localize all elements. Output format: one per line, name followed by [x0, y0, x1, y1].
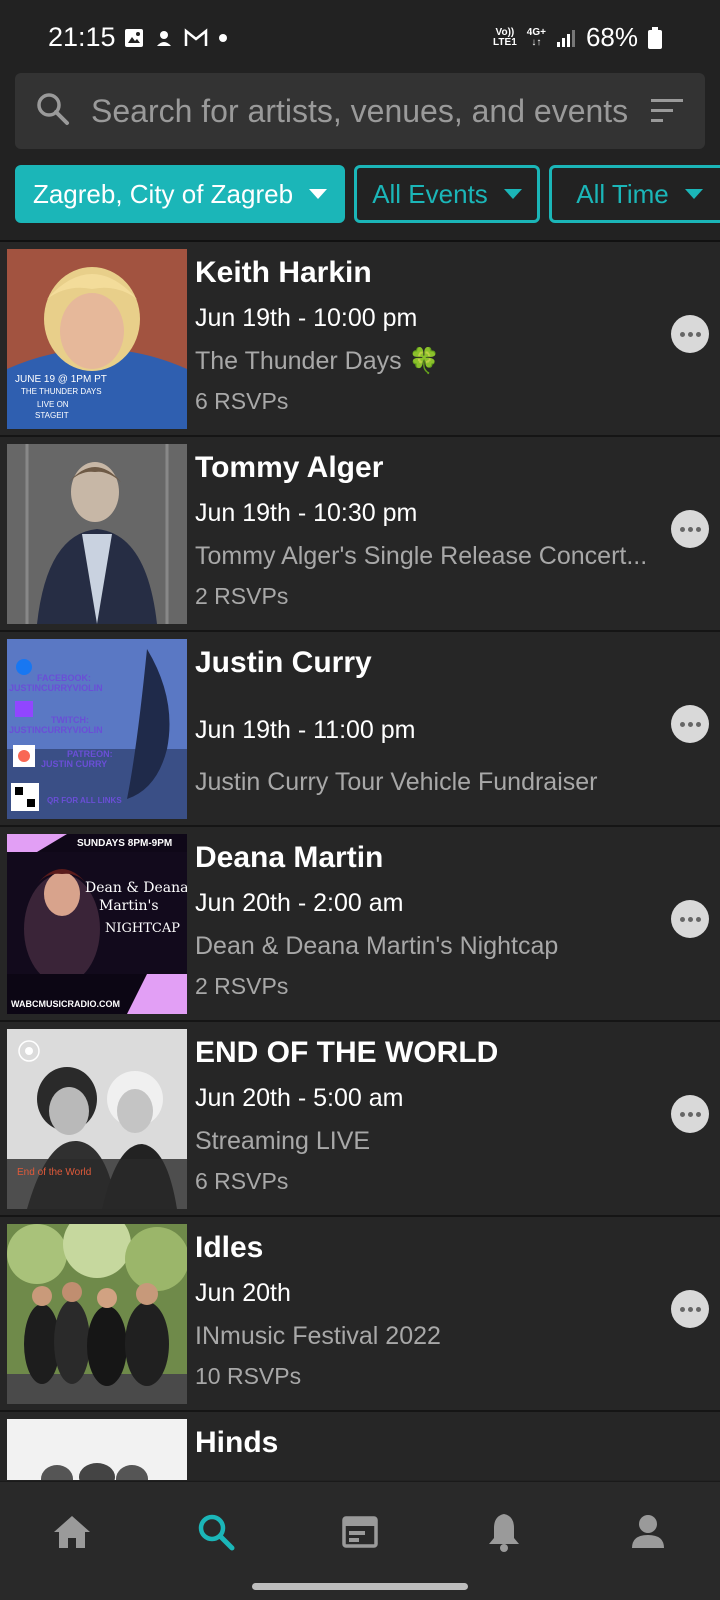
event-row[interactable]: SUNDAYS 8PM-9PM Dean & Deana Martin's NI… [0, 827, 720, 1022]
svg-text:FACEBOOK:: FACEBOOK: [37, 673, 91, 683]
svg-text:NIGHTCAP: NIGHTCAP [105, 921, 180, 936]
svg-text:Dean & Deana: Dean & Deana [85, 880, 187, 896]
event-type-filter-label: All Events [372, 178, 488, 209]
tickets-icon[interactable] [336, 1508, 384, 1556]
gmail-icon [184, 28, 208, 46]
event-date: Jun 19th - 11:00 pm [195, 716, 416, 744]
time-filter-dropdown[interactable]: All Time [549, 165, 720, 223]
event-type-filter-dropdown[interactable]: All Events [354, 165, 540, 223]
more-options-button[interactable] [671, 315, 709, 353]
svg-text:THE THUNDER DAYS: THE THUNDER DAYS [21, 387, 102, 396]
event-rsvp-count: 10 RSVPs [195, 1363, 302, 1389]
event-date: Jun 20th - 5:00 am [195, 1084, 404, 1112]
event-row[interactable]: Idles Jun 20th INmusic Festival 2022 10 … [0, 1217, 720, 1412]
search-icon[interactable] [192, 1508, 240, 1556]
status-time: 21:15 [48, 22, 116, 52]
bell-icon[interactable] [480, 1508, 528, 1556]
search-bar[interactable] [15, 73, 705, 149]
home-indicator[interactable] [252, 1583, 468, 1590]
chevron-down-icon [309, 189, 328, 199]
status-system-icons: Vo)) LTE1 4G+ ↓↑ 68% [493, 22, 662, 53]
more-options-button[interactable] [671, 705, 709, 743]
event-title: Idles [195, 1231, 264, 1264]
event-title: END OF THE WORLD [195, 1036, 499, 1069]
svg-text:LIVE ON: LIVE ON [37, 400, 69, 409]
event-row[interactable]: Hinds [0, 1412, 720, 1480]
pinwheel-icon [157, 31, 171, 46]
event-rsvp-count: 2 RSVPs [195, 583, 289, 609]
battery-icon [648, 26, 662, 49]
event-date: Jun 20th - 2:00 am [195, 889, 404, 917]
event-thumbnail: SUNDAYS 8PM-9PM Dean & Deana Martin's NI… [7, 834, 187, 1014]
event-description: Dean & Deana Martin's Nightcap [195, 932, 559, 960]
event-title: Deana Martin [195, 841, 384, 874]
event-row[interactable]: End of the World END OF THE WORLD Jun 20… [0, 1022, 720, 1217]
svg-text:TWITCH:: TWITCH: [51, 715, 89, 725]
svg-text:QR FOR ALL LINKS: QR FOR ALL LINKS [47, 796, 122, 805]
svg-text:WABCMUSICRADIO.COM: WABCMUSICRADIO.COM [11, 999, 120, 1009]
event-thumbnail: JUNE 19 @ 1PM PT THE THUNDER DAYS LIVE O… [7, 249, 187, 429]
event-date: Jun 19th - 10:30 pm [195, 499, 418, 527]
event-description: Justin Curry Tour Vehicle Fundraiser [195, 768, 598, 796]
event-row[interactable]: FACEBOOK: JUSTINCURRYVIOLIN TWITCH: JUST… [0, 632, 720, 827]
event-thumbnail [7, 1224, 187, 1404]
svg-text:JUSTINCURRYVIOLIN: JUSTINCURRYVIOLIN [9, 725, 103, 735]
event-description: INmusic Festival 2022 [195, 1322, 441, 1350]
profile-icon[interactable] [624, 1508, 672, 1556]
home-icon[interactable] [48, 1508, 96, 1556]
location-filter-label: Zagreb, City of Zagreb [32, 178, 294, 209]
time-filter-label: All Time [576, 178, 669, 209]
location-filter-dropdown[interactable]: Zagreb, City of Zagreb [15, 165, 345, 223]
event-title: Hinds [195, 1426, 279, 1459]
chevron-down-icon [503, 189, 522, 199]
dot-icon [219, 34, 227, 42]
signal-icon [556, 29, 575, 47]
chevron-down-icon [684, 189, 703, 199]
svg-text:Martin's: Martin's [99, 898, 159, 914]
event-thumbnail: End of the World [7, 1029, 187, 1209]
battery-percent: 68% [585, 22, 638, 52]
event-description: Tommy Alger's Single Release Concert... [195, 542, 648, 570]
event-row[interactable]: JUNE 19 @ 1PM PT THE THUNDER DAYS LIVE O… [0, 242, 720, 437]
event-thumbnail [7, 1419, 187, 1480]
event-title: Tommy Alger [195, 451, 384, 484]
more-options-button[interactable] [671, 900, 709, 938]
svg-text:PATREON:: PATREON: [67, 749, 113, 759]
sort-icon[interactable] [649, 97, 685, 125]
more-options-button[interactable] [671, 510, 709, 548]
event-description: Streaming LIVE [195, 1127, 371, 1155]
status-bar: 21:15 Vo)) LTE1 4G+ ↓↑ 68% [0, 0, 720, 72]
network-gen-label: 4G+ ↓↑ [526, 26, 546, 48]
status-notification-icons [124, 28, 228, 48]
event-date: Jun 20th [195, 1279, 291, 1307]
svg-text:JUSTIN CURRY: JUSTIN CURRY [41, 759, 107, 769]
svg-text:End of the World: End of the World [17, 1167, 91, 1178]
event-list[interactable]: JUNE 19 @ 1PM PT THE THUNDER DAYS LIVE O… [0, 240, 720, 1480]
svg-text:STAGEIT: STAGEIT [35, 411, 69, 420]
more-options-button[interactable] [671, 1095, 709, 1133]
search-input[interactable] [91, 87, 641, 135]
svg-text:JUNE 19 @ 1PM PT: JUNE 19 @ 1PM PT [15, 374, 107, 385]
image-icon [125, 29, 143, 47]
event-title: Keith Harkin [195, 256, 372, 289]
event-thumbnail: FACEBOOK: JUSTINCURRYVIOLIN TWITCH: JUST… [7, 639, 187, 819]
filter-bar: Zagreb, City of Zagreb All Events All Ti… [15, 165, 720, 223]
event-row[interactable]: Tommy Alger Jun 19th - 10:30 pm Tommy Al… [0, 437, 720, 632]
search-icon [37, 93, 69, 125]
event-rsvp-count: 2 RSVPs [195, 973, 289, 999]
volte-label: Vo)) LTE1 [493, 26, 517, 48]
event-rsvp-count: 6 RSVPs [195, 388, 289, 414]
event-date: Jun 19th - 10:00 pm [195, 304, 418, 332]
event-title: Justin Curry [195, 646, 372, 679]
more-options-button[interactable] [671, 1290, 709, 1328]
event-description: The Thunder Days 🍀 [195, 347, 440, 375]
event-thumbnail [7, 444, 187, 624]
event-rsvp-count: 6 RSVPs [195, 1168, 289, 1194]
svg-text:JUSTINCURRYVIOLIN: JUSTINCURRYVIOLIN [9, 683, 103, 693]
svg-text:SUNDAYS 8PM-9PM: SUNDAYS 8PM-9PM [77, 838, 172, 849]
